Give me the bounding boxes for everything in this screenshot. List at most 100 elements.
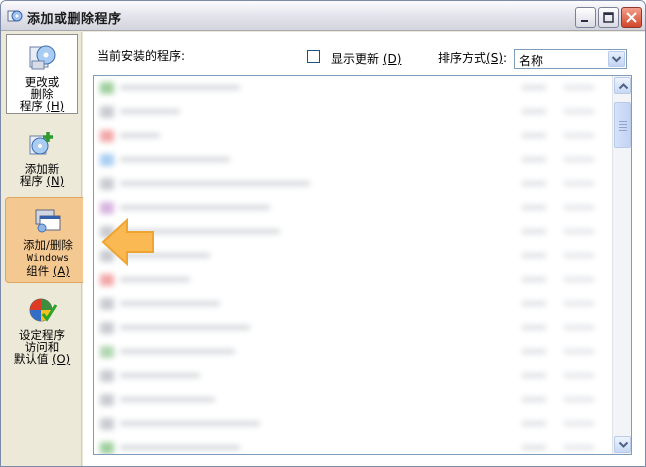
table-row[interactable] (94, 388, 612, 412)
table-row[interactable] (94, 100, 612, 124)
program-icon (100, 298, 114, 310)
program-name-placeholder (120, 445, 240, 450)
scroll-down-button[interactable] (614, 436, 631, 453)
program-size-placeholder (522, 85, 546, 90)
program-icon (100, 178, 114, 190)
program-size-placeholder (522, 133, 546, 138)
sidebar-item-program-access[interactable]: 设定程序 访问和 默认值 (O) (6, 294, 78, 366)
program-usage-placeholder (564, 133, 594, 138)
sort-hotkey: (S) (486, 51, 503, 65)
show-updates-label[interactable]: 显示更新 (D) (331, 50, 401, 67)
grip-line (619, 121, 627, 122)
program-size-placeholder (522, 109, 546, 114)
main-panel: 当前安装的程序: 显示更新 (D) 排序方式(S): 名称 (83, 32, 645, 466)
program-name-placeholder (120, 133, 160, 138)
installed-programs-label: 当前安装的程序: (97, 49, 186, 63)
close-button[interactable] (621, 7, 642, 28)
program-icon (100, 322, 114, 334)
task-sidebar: 更改或 删除 程序 (H) 添加新 程序 (N) 添加/删除 Windows 组… (1, 32, 91, 466)
program-icon (100, 418, 114, 430)
program-name-placeholder (120, 157, 230, 162)
change-remove-programs-icon (29, 45, 56, 70)
sidebar-item-change-remove[interactable]: 更改或 删除 程序 (H) (6, 34, 78, 114)
maximize-icon (603, 12, 614, 23)
dropdown-button[interactable] (608, 51, 625, 67)
program-size-placeholder (522, 157, 546, 162)
program-size-placeholder (522, 421, 546, 426)
table-row[interactable] (94, 124, 612, 148)
program-icon (100, 394, 114, 406)
table-row[interactable] (94, 340, 612, 364)
sort-label: 排序方式(S): (438, 49, 507, 66)
program-icon (100, 370, 114, 382)
program-size-placeholder (522, 253, 546, 258)
grip-line (619, 130, 627, 131)
program-name-placeholder (120, 181, 310, 186)
program-usage-placeholder (564, 277, 594, 282)
program-icon (100, 154, 114, 166)
program-size-placeholder (522, 301, 546, 306)
program-icon (100, 82, 114, 94)
program-name-placeholder (120, 301, 220, 306)
installed-programs-list[interactable] (93, 75, 632, 455)
table-row[interactable] (94, 436, 612, 454)
scroll-up-button[interactable] (614, 77, 631, 94)
minimize-button[interactable] (575, 7, 596, 28)
table-row[interactable] (94, 364, 612, 388)
arrow-pointer-icon (101, 217, 154, 267)
sidebar-item-hotkey: (A) (52, 264, 70, 278)
windows-components-icon (35, 209, 61, 233)
maximize-button[interactable] (598, 7, 619, 28)
program-rows-blurred (94, 76, 612, 454)
program-icon (100, 202, 114, 214)
sidebar-item-label: 默认值 (13, 352, 49, 366)
show-updates-checkbox[interactable] (307, 50, 320, 63)
chevron-up-icon (618, 83, 629, 90)
sidebar-item-label: 添加/删除 (23, 238, 73, 252)
program-size-placeholder (522, 181, 546, 186)
table-row[interactable] (94, 148, 612, 172)
sort-colon: : (503, 51, 508, 65)
program-size-placeholder (522, 205, 546, 210)
sidebar-item-windows-components[interactable]: 添加/删除 Windows 组件 (A) (5, 197, 91, 283)
program-size-placeholder (522, 397, 546, 402)
program-name-placeholder (120, 421, 260, 426)
title-bar[interactable]: 添加或删除程序 (1, 1, 645, 31)
program-usage-placeholder (564, 397, 594, 402)
sidebar-item-add-new[interactable]: 添加新 程序 (N) (6, 128, 78, 188)
sidebar-item-label: 程序 (19, 174, 43, 188)
sidebar-item-hotkey: (H) (46, 99, 65, 113)
program-usage-placeholder (564, 373, 594, 378)
program-icon (100, 346, 114, 358)
program-size-placeholder (522, 325, 546, 330)
program-usage-placeholder (564, 205, 594, 210)
program-size-placeholder (522, 373, 546, 378)
table-row[interactable] (94, 412, 612, 436)
program-usage-placeholder (564, 421, 594, 426)
program-usage-placeholder (564, 85, 594, 90)
table-row[interactable] (94, 316, 612, 340)
table-row[interactable] (94, 244, 612, 268)
table-row[interactable] (94, 220, 612, 244)
table-row[interactable] (94, 172, 612, 196)
table-row[interactable] (94, 76, 612, 100)
grip-line (619, 124, 627, 125)
program-icon (100, 130, 114, 142)
program-usage-placeholder (564, 445, 594, 450)
scroll-thumb[interactable] (614, 102, 631, 148)
program-name-placeholder (120, 109, 180, 114)
table-row[interactable] (94, 196, 612, 220)
program-usage-placeholder (564, 253, 594, 258)
grip-line (619, 127, 627, 128)
sort-by-dropdown[interactable]: 名称 (514, 49, 627, 69)
show-updates-hotkey: (D) (382, 52, 402, 66)
vertical-scrollbar[interactable] (612, 76, 631, 454)
sidebar-item-label: 程序 (19, 99, 43, 113)
chevron-down-icon (618, 441, 629, 448)
table-row[interactable] (94, 268, 612, 292)
program-usage-placeholder (564, 157, 594, 162)
sidebar-item-hotkey: (O) (52, 352, 71, 366)
table-row[interactable] (94, 292, 612, 316)
program-usage-placeholder (564, 349, 594, 354)
window-title: 添加或删除程序 (27, 12, 122, 27)
